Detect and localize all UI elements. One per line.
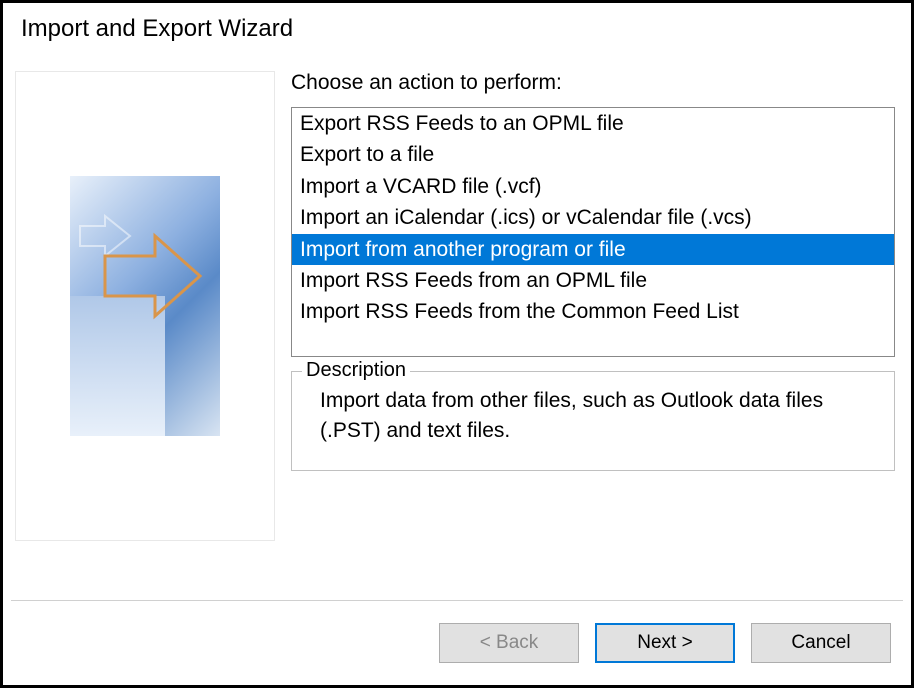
back-button[interactable]: < Back — [439, 623, 579, 663]
action-item[interactable]: Import RSS Feeds from an OPML file — [292, 265, 894, 296]
action-listbox[interactable]: Export RSS Feeds to an OPML fileExport t… — [291, 107, 895, 357]
window-title: Import and Export Wizard — [3, 3, 911, 61]
cancel-button[interactable]: Cancel — [751, 623, 891, 663]
wizard-arrow-graphic — [70, 176, 220, 436]
action-item[interactable]: Export to a file — [292, 139, 894, 170]
button-bar: < Back Next > Cancel — [3, 601, 911, 685]
action-item[interactable]: Import a VCARD file (.vcf) — [292, 171, 894, 202]
action-item[interactable]: Import RSS Feeds from the Common Feed Li… — [292, 296, 894, 327]
action-item[interactable]: Import an iCalendar (.ics) or vCalendar … — [292, 202, 894, 233]
description-legend: Description — [302, 359, 410, 382]
main-panel: Choose an action to perform: Export RSS … — [291, 61, 899, 582]
wizard-window: Import and Export Wizard Choose an actio… — [0, 0, 914, 688]
prompt-label: Choose an action to perform: — [291, 71, 895, 95]
next-button[interactable]: Next > — [595, 623, 735, 663]
content-area: Choose an action to perform: Export RSS … — [3, 61, 911, 582]
description-group: Description Import data from other files… — [291, 371, 895, 471]
description-text: Import data from other files, such as Ou… — [292, 372, 894, 457]
action-item[interactable]: Import from another program or file — [292, 234, 894, 265]
action-item[interactable]: Export RSS Feeds to an OPML file — [292, 108, 894, 139]
wizard-sidebar-image — [15, 71, 275, 541]
